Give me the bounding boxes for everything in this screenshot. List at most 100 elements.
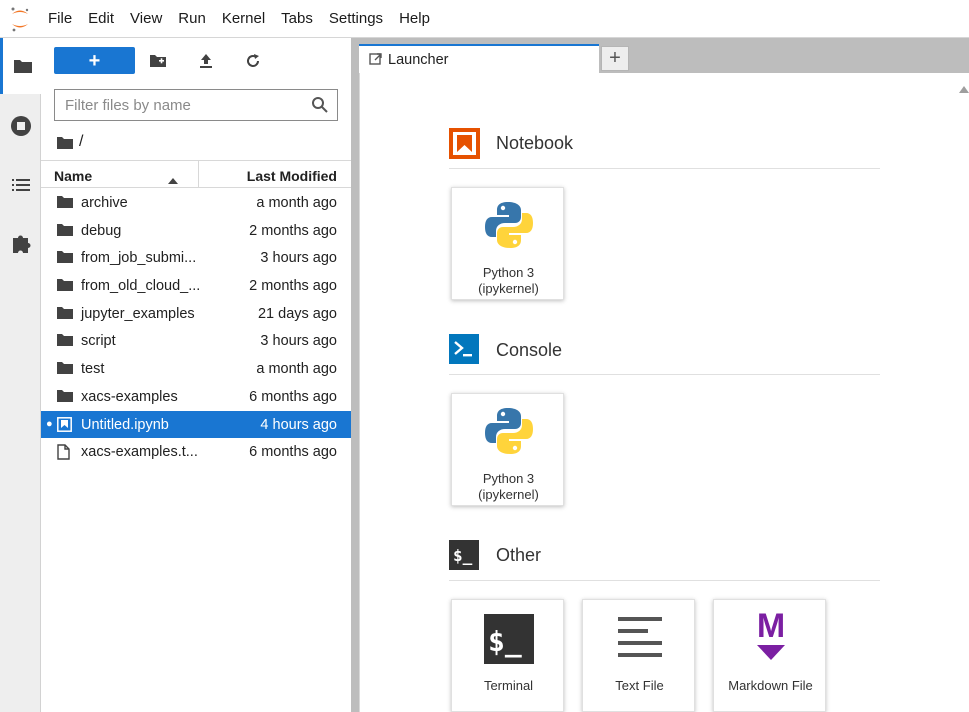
file-list-row[interactable]: xacs-examples.t... 6 months ago — [41, 438, 351, 466]
file-name: from_old_cloud_... — [81, 278, 201, 295]
scroll-up-arrow-icon[interactable] — [959, 85, 969, 93]
file-modified: a month ago — [256, 195, 337, 211]
markdown-file-card[interactable]: M Markdown File — [713, 599, 826, 712]
file-name: xacs-examples.t... — [81, 444, 198, 461]
menu-bar: File Edit View Run Kernel Tabs Settings … — [0, 0, 969, 38]
file-list-row[interactable]: from_old_cloud_... 2 months ago — [41, 272, 351, 300]
file-list-row[interactable]: test a month ago — [41, 355, 351, 383]
running-sessions-tab[interactable] — [0, 98, 41, 154]
file-list-row[interactable]: xacs-examples 6 months ago — [41, 383, 351, 411]
file-name: script — [81, 333, 116, 350]
new-folder-button[interactable] — [145, 48, 171, 74]
name-column-header[interactable]: Name — [54, 168, 92, 184]
notebook-section-icon — [449, 127, 480, 159]
menu-settings[interactable]: Settings — [321, 0, 391, 38]
breadcrumb-root[interactable]: / — [79, 133, 83, 151]
menu-kernel[interactable]: Kernel — [214, 0, 273, 38]
card-label-line1: Python 3 — [482, 471, 535, 486]
new-folder-icon — [150, 55, 166, 67]
menu-file[interactable]: File — [40, 0, 80, 38]
main-tab-bar: Launcher + — [359, 38, 969, 73]
section-divider — [449, 168, 880, 169]
folder-icon — [57, 306, 73, 323]
file-browser-toolbar: + — [41, 38, 351, 84]
file-list-row[interactable]: ● Untitled.ipynb 4 hours ago — [41, 410, 351, 439]
python-logo-icon — [452, 405, 565, 457]
sort-ascending-icon — [168, 171, 178, 187]
file-modified: 21 days ago — [257, 305, 337, 322]
filter-files-field — [54, 89, 338, 121]
file-name: debug — [81, 222, 122, 239]
file-list-row[interactable]: debug 2 months ago — [41, 217, 351, 245]
last-modified-column-header[interactable]: Last Modified — [247, 168, 337, 184]
text-file-card[interactable]: Text File — [582, 599, 695, 712]
terminal-card[interactable]: $_ Terminal — [451, 599, 564, 712]
menu-help[interactable]: Help — [391, 0, 438, 38]
extension-icon — [12, 235, 31, 253]
folder-icon — [57, 333, 73, 350]
section-divider — [449, 580, 880, 581]
file-browser-tab[interactable] — [0, 38, 42, 94]
folder-icon — [57, 195, 73, 212]
folder-icon — [13, 60, 32, 73]
panel-splitter[interactable] — [351, 38, 359, 712]
file-list: archive a month ago debug 2 months ago from_… — [41, 189, 351, 466]
refresh-icon — [247, 54, 259, 67]
card-label-line2: (ipykernel) — [478, 487, 539, 502]
refresh-button[interactable] — [240, 48, 266, 74]
file-name: xacs-examples — [81, 388, 178, 405]
home-folder-icon[interactable] — [57, 136, 73, 149]
breadcrumb: / — [57, 131, 83, 153]
file-modified: 3 hours ago — [260, 250, 337, 267]
menu-run[interactable]: Run — [170, 0, 214, 38]
file-modified: 3 hours ago — [260, 333, 337, 350]
section-divider — [449, 374, 880, 375]
upload-button[interactable] — [193, 48, 219, 74]
file-list-row[interactable]: jupyter_examples 21 days ago — [41, 300, 351, 328]
file-list-row[interactable]: script 3 hours ago — [41, 327, 351, 355]
tab-launcher-label: Launcher — [388, 51, 449, 68]
folder-icon — [57, 278, 73, 295]
svg-text:$_: $_ — [488, 625, 522, 658]
menu-edit[interactable]: Edit — [80, 0, 122, 38]
file-list-header: Name Last Modified — [41, 160, 351, 188]
file-modified: 2 months ago — [249, 222, 337, 239]
notebook-python3-card[interactable]: Python 3 (ipykernel) — [451, 187, 564, 300]
extension-manager-tab[interactable] — [0, 215, 41, 271]
toc-icon — [11, 179, 30, 191]
console-section-icon — [449, 333, 479, 365]
file-name: jupyter_examples — [81, 305, 195, 322]
console-python3-card[interactable]: Python 3 (ipykernel) — [451, 393, 564, 506]
jupyter-logo-icon — [0, 0, 40, 38]
file-list-row[interactable]: from_job_submi... 3 hours ago — [41, 244, 351, 272]
card-label: Terminal — [483, 678, 534, 693]
notebook-section-title: Notebook — [496, 133, 574, 153]
file-modified: 6 months ago — [249, 388, 337, 405]
tab-launcher[interactable]: Launcher — [359, 44, 599, 73]
folder-icon — [57, 223, 73, 240]
plus-icon: + — [609, 47, 621, 69]
add-tab-button[interactable]: + — [601, 46, 629, 71]
file-modified: 6 months ago — [249, 444, 337, 461]
folder-icon — [57, 361, 73, 378]
search-icon — [311, 96, 329, 119]
text-file-icon — [583, 614, 696, 662]
menu-tabs[interactable]: Tabs — [273, 0, 321, 38]
folder-icon — [57, 250, 73, 267]
card-label: Markdown File — [728, 678, 813, 693]
new-launcher-button[interactable]: + — [54, 47, 135, 74]
file-list-row[interactable]: archive a month ago — [41, 189, 351, 217]
column-divider[interactable] — [198, 161, 199, 188]
card-label-line1: Python 3 — [482, 265, 535, 280]
file-name: from_job_submi... — [81, 250, 197, 267]
table-of-contents-tab[interactable] — [0, 157, 41, 213]
running-icon — [10, 116, 31, 136]
file-modified: 2 months ago — [249, 278, 337, 295]
filter-files-input[interactable] — [65, 96, 305, 114]
folder-icon — [57, 389, 73, 406]
console-section-title: Console — [496, 340, 563, 360]
svg-text:$_: $_ — [453, 546, 473, 565]
menu-view[interactable]: View — [122, 0, 170, 38]
plus-icon: + — [88, 49, 101, 72]
markdown-icon: M — [714, 610, 827, 662]
